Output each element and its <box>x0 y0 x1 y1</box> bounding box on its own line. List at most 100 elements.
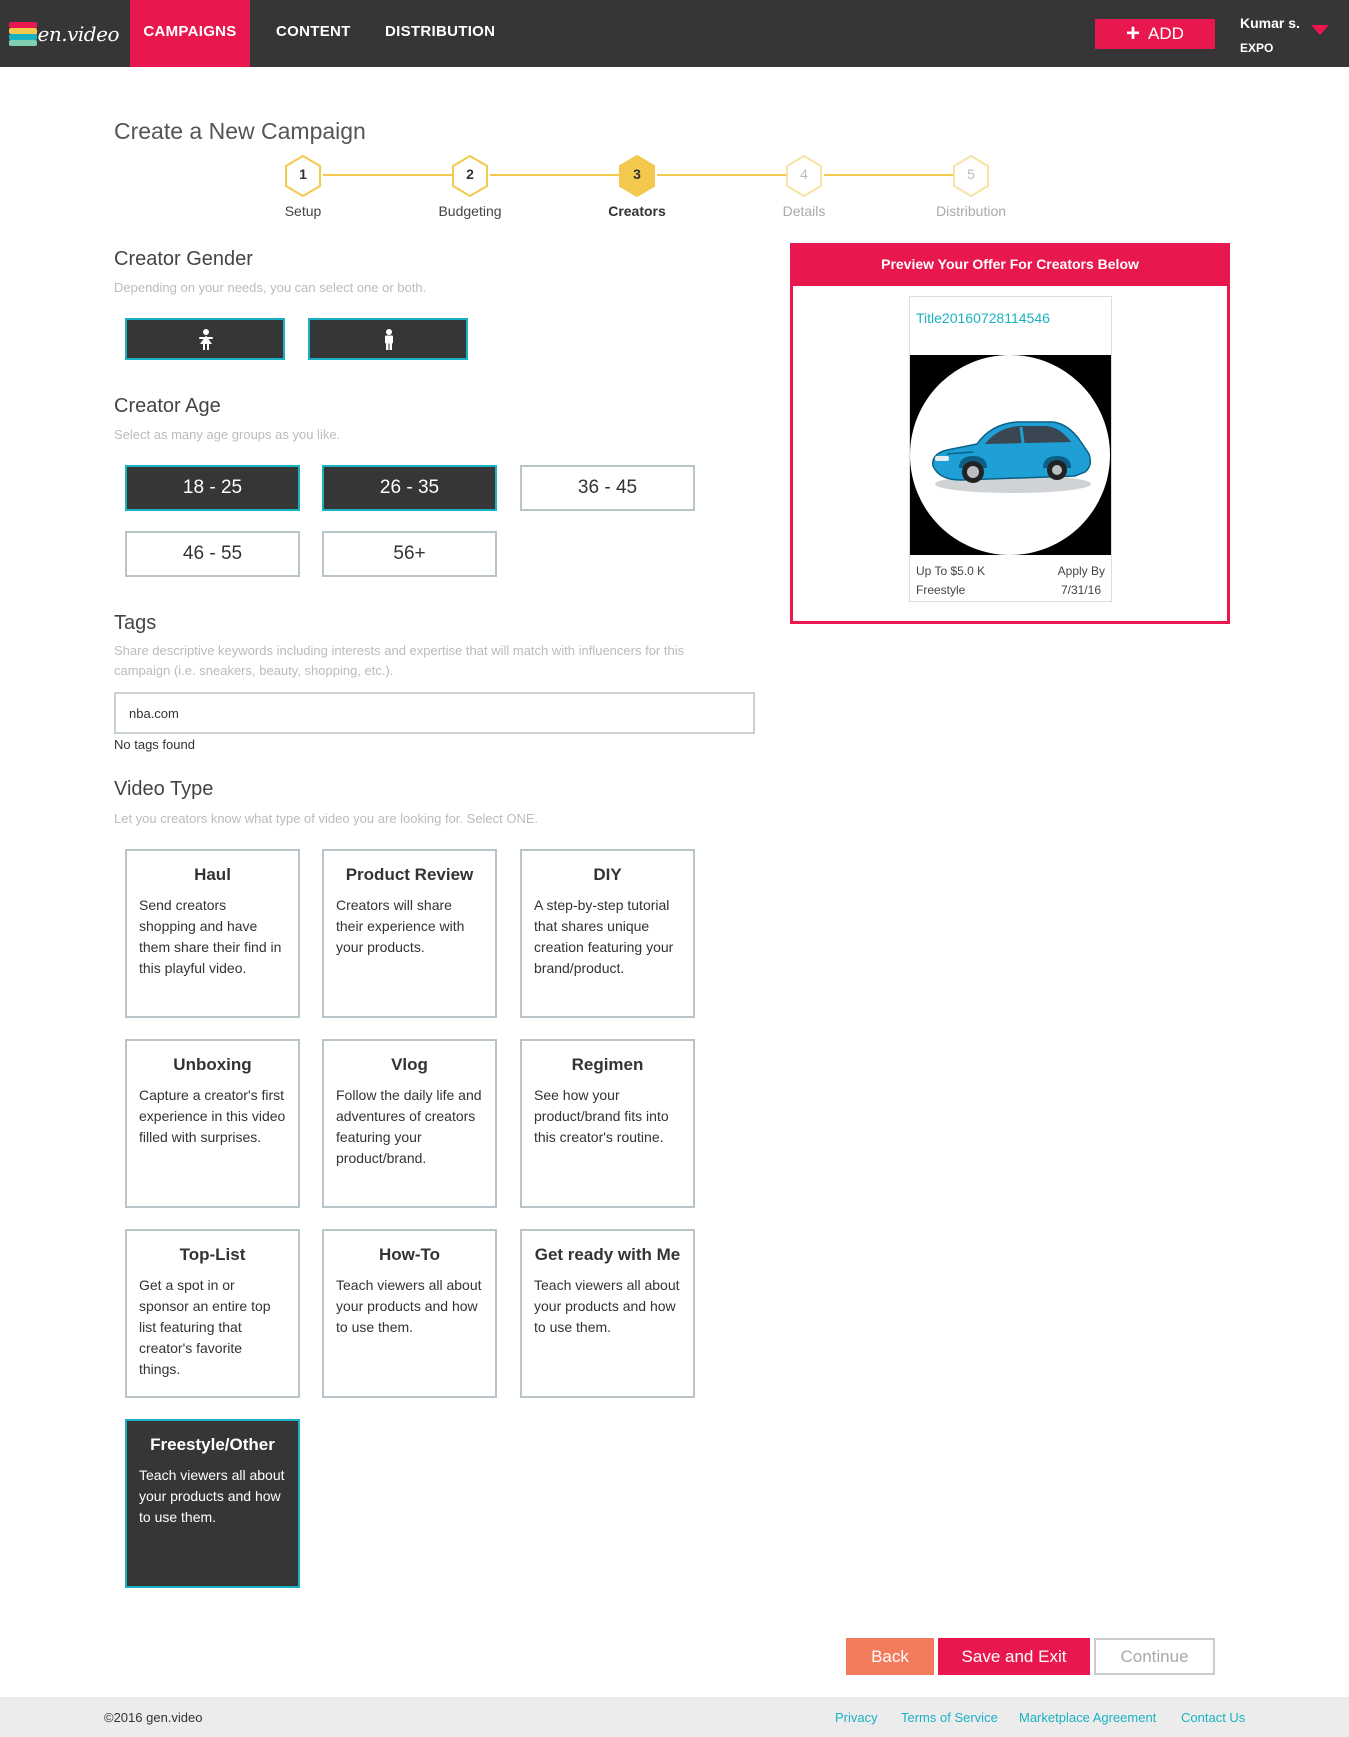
video-type-card-product-review[interactable]: Product Review Creators will share their… <box>322 849 497 1018</box>
video-type-title: Haul <box>194 865 231 884</box>
video-type-heading: Video Type <box>114 778 214 800</box>
tags-help-line-1: Share descriptive keywords including int… <box>114 643 685 658</box>
video-type-description: Follow the daily life and adventures of … <box>336 1087 482 1166</box>
video-type-card-vlog[interactable]: Vlog Follow the daily life and adventure… <box>322 1039 497 1208</box>
tab-distribution[interactable]: DISTRIBUTION <box>385 0 495 67</box>
video-type-help: Let you creators know what type of video… <box>114 811 539 826</box>
female-icon <box>199 329 213 350</box>
video-type-card-haul[interactable]: Haul Send creators shopping and have the… <box>125 849 300 1018</box>
video-type-card-diy[interactable]: DIY A step-by-step tutorial that shares … <box>520 849 695 1018</box>
offer-video-type: Freestyle <box>916 583 966 597</box>
age-option-46-55[interactable]: 46 - 55 <box>125 531 300 577</box>
video-type-description: Get a spot in or sponsor an entire top l… <box>139 1277 271 1377</box>
video-type-description: Send creators shopping and have them sha… <box>139 897 282 976</box>
app-logo[interactable]: gen.video <box>9 20 119 48</box>
save-and-exit-button[interactable]: Save and Exit <box>938 1638 1090 1675</box>
creator-gender-help: Depending on your needs, you can select … <box>114 280 427 295</box>
tags-help-line-2: campaign (i.e. sneakers, beauty, shoppin… <box>114 663 394 678</box>
female-option-button[interactable] <box>125 318 285 360</box>
tab-content[interactable]: CONTENT <box>276 0 351 67</box>
offer-title[interactable]: Title20160728114546 <box>916 310 1050 326</box>
offer-card[interactable]: Title20160728114546 Up To $5.0 K Apply B… <box>909 296 1112 602</box>
back-button[interactable]: Back <box>846 1638 934 1675</box>
add-button[interactable]: + ADD <box>1095 19 1215 49</box>
video-type-title: Get ready with Me <box>534 1245 681 1264</box>
creator-age-heading: Creator Age <box>114 395 221 417</box>
step-connector <box>323 174 457 176</box>
car-image <box>932 421 1092 493</box>
video-type-description: Teach viewers all about your products an… <box>336 1277 482 1335</box>
step-number: 1 <box>299 166 307 182</box>
video-type-title: Regimen <box>571 1055 644 1074</box>
tab-campaigns[interactable]: CAMPAIGNS <box>130 0 250 67</box>
step-2[interactable]: 2 <box>450 154 490 198</box>
logo-text: gen.video <box>25 22 119 46</box>
video-type-card-unboxing[interactable]: Unboxing Capture a creator's first exper… <box>125 1039 300 1208</box>
age-option-26-35[interactable]: 26 - 35 <box>322 465 497 511</box>
video-type-description: A step-by-step tutorial that shares uniq… <box>534 897 674 976</box>
plus-icon: + <box>1126 20 1141 47</box>
footer-link-marketplace-agreement[interactable]: Marketplace Agreement <box>1019 1710 1156 1725</box>
page-title: Create a New Campaign <box>114 118 366 144</box>
step-label-distribution: Distribution <box>935 203 1007 219</box>
video-type-description: Teach viewers all about your products an… <box>534 1277 680 1335</box>
video-type-description: Teach viewers all about your products an… <box>139 1467 285 1525</box>
male-icon <box>385 329 393 350</box>
video-type-title: How-To <box>378 1245 441 1264</box>
step-label-creators: Creators <box>608 203 666 219</box>
tags-input[interactable] <box>114 692 755 734</box>
footer-link-contact[interactable]: Contact Us <box>1181 1710 1245 1725</box>
video-type-title: DIY <box>593 865 622 884</box>
creator-gender-heading: Creator Gender <box>114 248 253 270</box>
step-label-details: Details <box>782 203 826 219</box>
step-5[interactable]: 5 <box>951 154 991 198</box>
video-type-title: Product Review <box>345 865 474 884</box>
footer: ©2016 gen.video Privacy Terms of Service… <box>0 1697 1349 1737</box>
preview-header: Preview Your Offer For Creators Below <box>793 246 1227 286</box>
step-label-setup: Setup <box>284 203 322 219</box>
step-connector <box>824 174 958 176</box>
video-type-card-regimen[interactable]: Regimen See how your product/brand fits … <box>520 1039 695 1208</box>
offer-apply-date: 7/31/16 <box>1060 583 1101 597</box>
step-1[interactable]: 1 <box>283 154 323 198</box>
continue-button[interactable]: Continue <box>1094 1638 1215 1675</box>
video-type-card-top-list[interactable]: Top-List Get a spot in or sponsor an ent… <box>125 1229 300 1398</box>
copyright-text: ©2016 gen.video <box>104 1710 203 1725</box>
male-option-button[interactable] <box>308 318 468 360</box>
logo-icon <box>9 22 37 46</box>
video-type-description: Creators will share their experience wit… <box>336 897 465 955</box>
step-number: 3 <box>633 166 641 182</box>
video-type-title: Top-List <box>179 1245 246 1264</box>
tags-heading: Tags <box>114 612 157 634</box>
age-option-56-plus[interactable]: 56+ <box>322 531 497 577</box>
add-button-label: ADD <box>1148 24 1184 43</box>
video-type-description: Capture a creator's first experience in … <box>139 1087 286 1145</box>
video-type-description: See how your product/brand fits into thi… <box>534 1087 669 1145</box>
age-option-36-45[interactable]: 36 - 45 <box>520 465 695 511</box>
video-type-title: Vlog <box>391 1055 428 1074</box>
footer-link-privacy[interactable]: Privacy <box>835 1710 878 1725</box>
step-connector <box>490 174 624 176</box>
top-navigation-bar: gen.video CAMPAIGNS CONTENT DISTRIBUTION… <box>0 0 1349 67</box>
video-type-card-freestyle-other[interactable]: Freestyle/Other Teach viewers all about … <box>125 1419 300 1588</box>
step-number: 2 <box>466 166 474 182</box>
video-type-card-how-to[interactable]: How-To Teach viewers all about your prod… <box>322 1229 497 1398</box>
caret-down-icon[interactable] <box>1311 25 1329 35</box>
offer-image <box>910 355 1111 555</box>
video-type-card-get-ready-with-me[interactable]: Get ready with Me Teach viewers all abou… <box>520 1229 695 1398</box>
offer-apply-label: Apply By <box>1057 564 1105 578</box>
step-3[interactable]: 3 <box>617 154 657 198</box>
creator-age-help: Select as many age groups as you like. <box>114 427 341 442</box>
age-option-18-25[interactable]: 18 - 25 <box>125 465 300 511</box>
step-4[interactable]: 4 <box>784 154 824 198</box>
step-label-budgeting: Budgeting <box>438 203 502 219</box>
step-number: 5 <box>967 166 975 182</box>
step-number: 4 <box>800 166 808 182</box>
user-organization: EXPO <box>1240 41 1274 55</box>
offer-preview-panel: Preview Your Offer For Creators Below Ti… <box>790 243 1230 624</box>
footer-link-terms[interactable]: Terms of Service <box>901 1710 998 1725</box>
video-type-title: Unboxing <box>173 1055 252 1074</box>
offer-budget: Up To $5.0 K <box>916 564 986 578</box>
user-name[interactable]: Kumar s. <box>1240 15 1300 31</box>
step-connector <box>657 174 791 176</box>
